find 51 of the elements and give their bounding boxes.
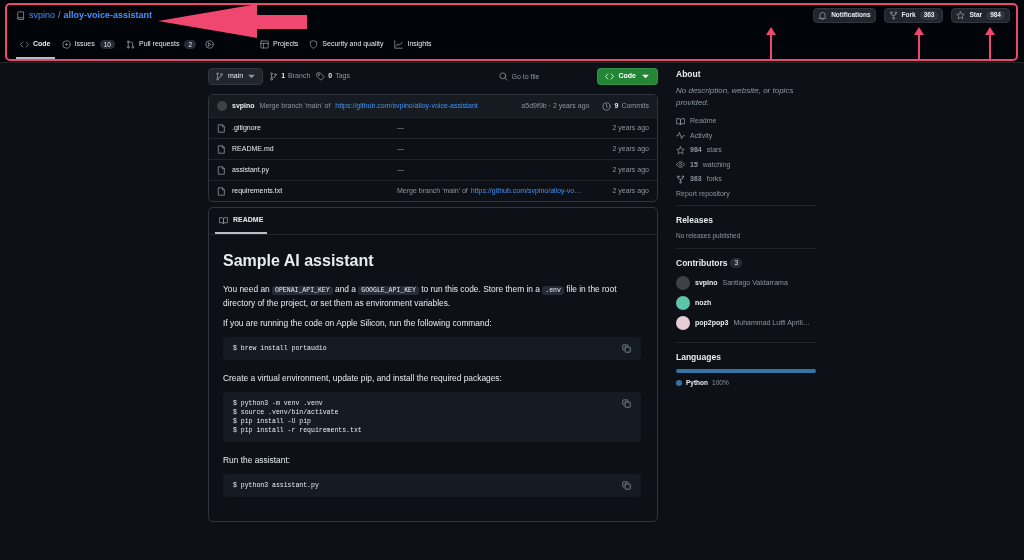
graph-icon [394,40,404,49]
up-arrow [766,27,776,61]
clock-icon [602,101,612,111]
angle-brackets-icon [20,40,29,49]
sidebar-heading: Languages [676,351,722,364]
pulse-icon [676,131,685,141]
star-icon [956,11,966,20]
file-icon [217,165,226,175]
copy-button[interactable] [622,481,631,490]
caret-icon [641,72,650,81]
sidebar-heading: About [676,68,702,80]
caret-icon [247,72,257,81]
shield-icon [309,40,319,49]
owner-link[interactable]: svpino [29,8,55,23]
angle-brackets-icon [604,72,614,81]
repository-link[interactable]: alloy-voice-assistant [63,8,153,23]
tag-icon [316,72,326,81]
book-icon [676,116,685,126]
table-icon [260,40,270,49]
file-icon [217,186,226,196]
circle-dot-icon [61,40,71,49]
readme-paragraph: Run the assistant: [223,454,292,466]
readme-heading: Sample AI assistant [223,251,375,271]
search-icon [498,72,508,81]
file-icon [217,123,226,133]
pull-request-icon [125,40,135,49]
repository-description: No description, website, or topics provided. [676,85,795,109]
bell-icon [818,11,828,20]
copy-button[interactable] [622,344,631,353]
copy-icon [622,399,631,408]
star-icon [676,145,685,155]
fork-icon [676,174,685,184]
play-icon [205,40,215,49]
eye-icon [676,160,685,170]
avatar-icon [217,101,227,111]
sidebar-heading: Releases [676,213,714,226]
copy-icon [622,481,631,490]
file-icon [217,144,226,154]
up-arrow [914,27,924,61]
book-icon [16,11,25,20]
branch-icon [215,72,224,81]
copy-icon [622,344,631,353]
sidebar-heading: Contributors [676,257,728,270]
fork-icon [888,11,898,20]
readme-paragraph: If you are running the code on Apple Silicon, run the following command: [223,317,493,329]
up-arrow [985,27,995,61]
readme-paragraph: Create a virtual environment, update pip, and install the required packages: [223,372,503,384]
book-icon [219,216,228,225]
branch-icon [269,72,279,81]
path-separator: / [58,8,61,22]
copy-button[interactable] [622,399,631,408]
